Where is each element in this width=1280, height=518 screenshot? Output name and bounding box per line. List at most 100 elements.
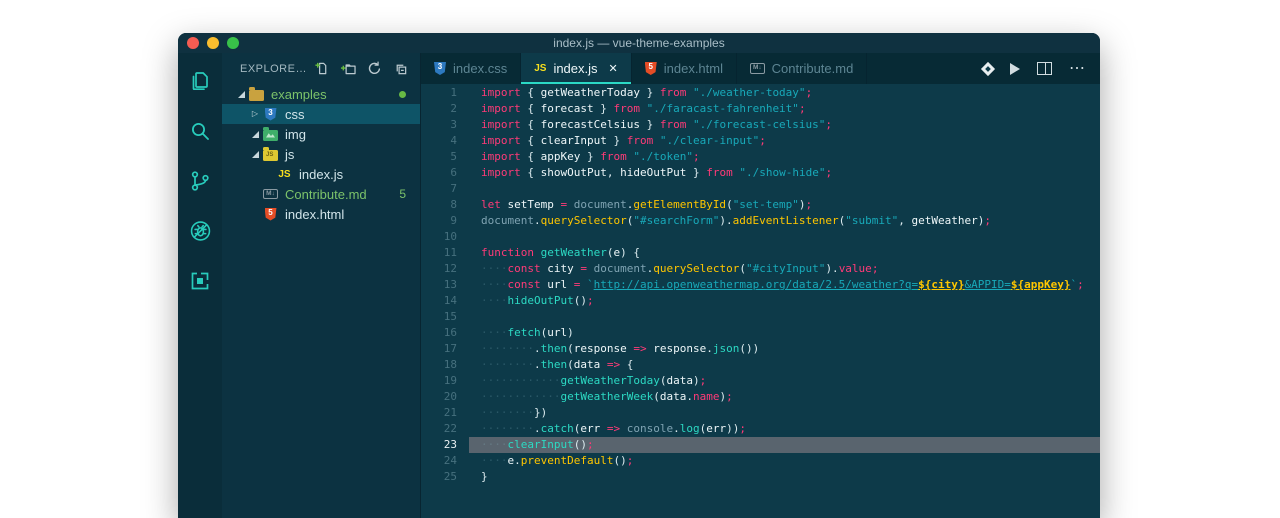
tree-item-js[interactable]: js — [222, 144, 420, 164]
tree-item-Contribute.md[interactable]: M↓ Contribute.md 5 — [222, 184, 420, 204]
code-line: 2 import { forecast } from "./faracast-fa… — [421, 101, 1100, 117]
image-folder-icon — [263, 126, 278, 141]
code-token: getWeatherToday — [560, 374, 660, 387]
tab-index.html[interactable]: 5 index.html — [632, 53, 737, 84]
tree-item-examples[interactable]: examples — [222, 84, 420, 104]
code-line-content: let setTemp = document.getElementById("s… — [469, 197, 1100, 213]
code-line-content: ············getWeatherWeek(data.name); — [469, 389, 1100, 405]
more-actions-icon[interactable]: ⋯ — [1069, 60, 1086, 76]
line-number: 6 — [450, 166, 457, 179]
code-token: ; — [984, 214, 991, 227]
code-line: 22 ········.catch(err => console.log(err)… — [421, 421, 1100, 437]
tree-item-img[interactable]: img — [222, 124, 420, 144]
code-token: import — [481, 118, 521, 131]
code-token: url — [547, 278, 568, 291]
code-line: 3 import { forecastCelsius } from "./fore… — [421, 117, 1100, 133]
code-token: const — [507, 278, 541, 291]
tab-Contribute.md[interactable]: M↓ Contribute.md — [737, 53, 868, 84]
code-line-content: ········.then(data => { — [469, 357, 1100, 373]
code-token: , — [898, 214, 912, 227]
git-modified-dot — [399, 90, 420, 98]
debug-disabled-icon[interactable] — [188, 218, 213, 243]
split-editor-icon[interactable] — [1037, 62, 1052, 75]
explorer-files-icon[interactable] — [188, 68, 213, 93]
code-line-content — [469, 181, 1100, 197]
tree-item-index.js[interactable]: JS index.js — [222, 164, 420, 184]
code-token: let — [481, 198, 501, 211]
code-line: 21 ········}) — [421, 405, 1100, 421]
code-token: appKey — [540, 150, 581, 163]
code-line: 12 ····const city = document.querySelecto… — [421, 261, 1100, 277]
code-line: 15 — [421, 309, 1100, 325]
code-token: hideOutPut — [620, 166, 687, 179]
twisty-expanded-icon[interactable] — [248, 130, 262, 138]
code-line: 19 ············getWeatherToday(data); — [421, 373, 1100, 389]
twisty-collapsed-icon[interactable]: ▷ — [248, 110, 262, 118]
line-number: 18 — [443, 358, 457, 371]
code-line-content: document.querySelector("#searchForm").ad… — [469, 213, 1100, 229]
refresh-icon[interactable] — [367, 61, 382, 76]
code-token: ; — [726, 390, 733, 403]
tab-label: index.js — [553, 61, 598, 76]
folder-icon — [249, 86, 264, 101]
extensions-icon[interactable] — [188, 268, 213, 293]
line-number: 14 — [443, 294, 457, 307]
tab-index.js[interactable]: JS index.js ✕ — [521, 53, 632, 84]
tree-item-index.html[interactable]: 5 index.html — [222, 204, 420, 224]
line-number: 15 — [443, 310, 457, 323]
indent-whitespace: ········ — [481, 342, 534, 355]
line-number: 10 — [443, 230, 457, 243]
code-editor[interactable]: 1 import { getWeatherToday } from "./weat… — [421, 84, 1100, 518]
code-token: import — [481, 150, 521, 163]
code-token: "submit" — [845, 214, 899, 227]
code-token: hideOutPut — [507, 294, 574, 307]
indent-whitespace: ···· — [481, 262, 508, 275]
run-icon[interactable] — [1010, 62, 1020, 75]
formatter-diamond-icon[interactable] — [980, 61, 996, 76]
code-line-content: import { showOutPut, hideOutPut } from "… — [469, 165, 1100, 181]
code-token: => — [633, 342, 647, 355]
tree-item-label: css — [285, 106, 305, 122]
git-branch-icon[interactable] — [188, 168, 213, 193]
indent-whitespace: ········ — [481, 406, 534, 419]
collapse-all-icon[interactable] — [393, 61, 408, 76]
code-line: 6 import { showOutPut, hideOutPut } from … — [421, 165, 1100, 181]
code-token: ) — [567, 326, 574, 339]
code-token: ; — [805, 198, 813, 211]
twisty-expanded-icon[interactable] — [234, 90, 248, 98]
code-token: response — [573, 342, 627, 355]
line-number: 1 — [450, 86, 457, 99]
code-token: getWeatherWeek — [560, 390, 654, 403]
code-token: getWeather — [540, 246, 607, 259]
code-token: ; — [825, 118, 833, 131]
line-number: 24 — [443, 454, 457, 467]
tab-index.css[interactable]: 3 index.css — [421, 53, 522, 84]
file-tree: examples ▷3 css img js JS index.js M↓ Contribute… — [222, 84, 420, 518]
editor-group: 3 index.css JS index.js ✕ 5 index.html M↓ Contri… — [420, 53, 1100, 518]
code-token: clearInput — [540, 134, 607, 147]
tree-item-css[interactable]: ▷ 3 css — [222, 104, 420, 124]
code-line: 17 ········.then(response => response.jso… — [421, 341, 1100, 357]
close-tab-icon[interactable]: ✕ — [609, 62, 618, 75]
problems-badge: 5 — [399, 187, 406, 201]
code-token: document — [481, 214, 534, 227]
code-line-content: ········.catch(err => console.log(err)); — [469, 421, 1100, 437]
tree-item-label: img — [285, 126, 306, 142]
search-icon[interactable] — [188, 118, 213, 143]
code-token: )) — [726, 422, 740, 435]
new-folder-icon[interactable] — [340, 61, 356, 76]
line-number: 12 — [443, 262, 457, 275]
code-token: } — [593, 102, 614, 115]
code-token: forecast — [540, 102, 594, 115]
html-file-icon: 5 — [264, 207, 277, 221]
twisty-expanded-icon[interactable] — [248, 150, 262, 158]
tab-bar: 3 index.css JS index.js ✕ 5 index.html M↓ Contri… — [421, 53, 1100, 84]
new-file-icon[interactable] — [314, 61, 329, 76]
code-token: ; — [692, 150, 700, 163]
tree-item-label: index.js — [299, 166, 344, 182]
line-number: 4 — [450, 134, 457, 147]
code-token: => — [606, 358, 621, 371]
